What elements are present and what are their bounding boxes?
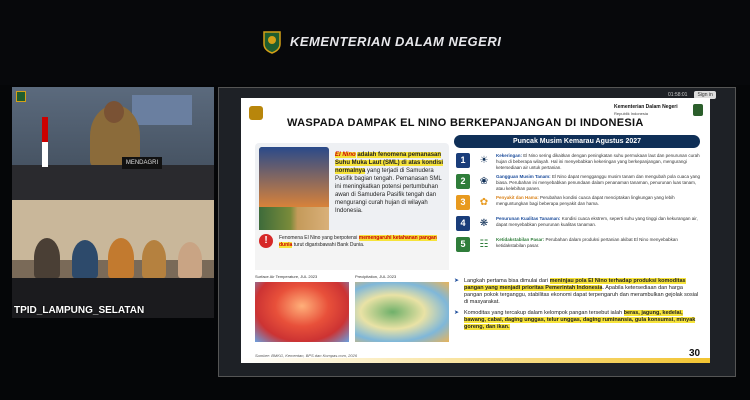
video-feed-participant[interactable]: [12, 200, 214, 318]
plant-icon: ❀: [479, 176, 489, 187]
map-caption-1: Surface Air Temperature, JUL 2023: [255, 274, 318, 279]
participant-3: [108, 238, 134, 278]
impact-item: 5 ☷ Ketidakstabilan Pasar: Perubahan dal…: [454, 236, 704, 255]
item-text: Gangguan Musim Tanam: El Nino dapat meng…: [496, 174, 701, 191]
bullet-item-1: Langkah pertama bisa dimulai dari meninj…: [454, 278, 702, 306]
speaker-head: [104, 101, 124, 123]
item-number: 2: [456, 174, 470, 189]
item-text: Penyakit dan Hama: Perubahan kondisi cua…: [496, 195, 675, 206]
presentation-slide: WASPADA DAMPAK EL NINO BERKEPANJANGAN DI…: [241, 98, 710, 363]
impact-item: 1 ☀ Kekeringan: El Nino sering dikaitkan…: [454, 152, 704, 171]
warning-text: Fenomena El Nino yang berpotensi memenga…: [279, 235, 437, 248]
elnino-definition: El Nino adalah fenomena pemanasan Suhu M…: [335, 152, 444, 214]
app-title: KEMENTERIAN DALAM NEGERI: [290, 34, 502, 49]
participant-4: [142, 240, 166, 278]
participant-1: [34, 238, 60, 278]
impact-item: 4 ❋ Penurunan Kualitas Tanaman: Kondisi …: [454, 215, 704, 234]
flag: [42, 117, 48, 167]
impact-list: 1 ☀ Kekeringan: El Nino sering dikaitkan…: [454, 152, 704, 257]
drought-icon: ☀: [479, 155, 489, 166]
participant-5: [178, 242, 202, 278]
map-caption-2: Precipitation, JUL 2023: [355, 274, 397, 279]
bullet-item-2: Komoditas yang tercakup dalam kelompok p…: [454, 310, 702, 331]
camera-logo-icon: [16, 91, 26, 102]
slide-bottom-decoration: [241, 358, 710, 363]
video-feed-main[interactable]: MENDAGRI: [12, 87, 214, 200]
warning-icon: !: [259, 234, 273, 248]
participant-2: [72, 240, 98, 278]
wheat-icon: ❋: [479, 218, 489, 229]
impact-item: 2 ❀ Gangguan Musim Tanam: El Nino dapat …: [454, 173, 704, 192]
bullet-list: Langkah pertama bisa dimulai dari meninj…: [454, 278, 702, 335]
slide-org-sub: Republik Indonesia: [614, 111, 649, 116]
item-text: Kekeringan: El Nino sering dikaitkan den…: [496, 153, 700, 170]
item-text: Penurunan Kualitas Tanaman: Kondisi cuac…: [496, 216, 698, 227]
camera-label: TPID_LAMPUNG_SELATAN: [14, 305, 145, 316]
item-text: Ketidakstabilan Pasar: Perubahan dalam p…: [496, 237, 678, 248]
puncak-title: Puncak Musim Kemarau Agustus 2027: [454, 135, 700, 148]
slide-org-name: Kementerian Dalam Negeri: [614, 104, 678, 110]
temperature-map: [255, 282, 349, 342]
kemendagri-logo-icon: [263, 31, 281, 54]
page-number: 30: [689, 348, 701, 359]
pest-icon: ✿: [479, 197, 489, 208]
garuda-icon: [249, 106, 263, 120]
nameplate: MENDAGRI: [122, 157, 162, 169]
impact-item: 3 ✿ Penyakit dan Hama: Perubahan kondisi…: [454, 194, 704, 213]
item-number: 4: [456, 216, 470, 231]
item-number: 1: [456, 153, 470, 168]
tv-screen: [132, 95, 192, 125]
item-number: 5: [456, 237, 470, 252]
desk: [12, 165, 214, 200]
slide-title: WASPADA DAMPAK EL NINO BERKEPANJANGAN DI…: [287, 117, 644, 129]
sky-image: [259, 147, 329, 207]
cart-icon: ☷: [479, 239, 489, 250]
precipitation-map: [355, 282, 449, 342]
slide-logo-icon: [693, 104, 703, 116]
top-bar: KEMENTERIAN DALAM NEGERI: [0, 0, 750, 85]
warning-box: ! Fenomena El Nino yang berpotensi memen…: [255, 230, 449, 270]
item-number: 3: [456, 195, 470, 210]
climate-maps: Surface Air Temperature, JUL 2023 Precip…: [255, 274, 449, 344]
